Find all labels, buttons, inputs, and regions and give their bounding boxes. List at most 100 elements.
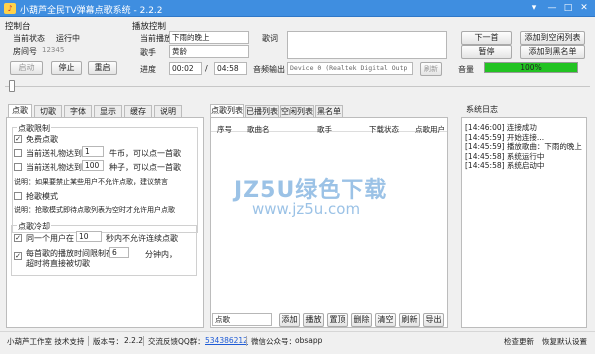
column-download-status[interactable]: 下载状态 <box>369 124 399 135</box>
title-bar: ♪ 小葫芦全民TV弹幕点歌系统 - 2.2.2 ▾ — □ ✕ <box>0 0 595 17</box>
list-action-button[interactable]: 添加 <box>279 313 300 327</box>
playback-slider-thumb[interactable] <box>9 80 16 92</box>
audio-output-label: 音频输出 <box>253 65 285 74</box>
status-separator <box>246 336 247 346</box>
song-limit-minutes-input[interactable]: 6 <box>109 247 129 258</box>
singer-label: 歌手 <box>140 48 156 57</box>
list-action-button[interactable]: 删除 <box>351 313 372 327</box>
studio-credit: 小葫芦工作室 技术支持 <box>7 337 85 346</box>
seed-gift-suffix: 种子，可以点一首歌 <box>109 163 181 172</box>
singer-field[interactable]: 黄龄 <box>169 45 249 58</box>
grab-mode-note: 说明：抢歌模式即待点歌列表为空时才允许用户点歌 <box>14 206 175 214</box>
song-list-tab[interactable]: 已播列表 <box>245 105 279 117</box>
close-button[interactable]: ✕ <box>578 2 590 14</box>
control-panel-title: 控制台 <box>5 22 31 32</box>
settings-tab[interactable]: 显示 <box>94 105 122 117</box>
version-value: 2.2.2 <box>124 336 144 345</box>
seed-gift-checkbox[interactable] <box>14 163 22 171</box>
cooldown-group-title: 点歌冷却 <box>17 221 51 232</box>
room-label: 房间号 <box>13 47 37 56</box>
seed-gift-input[interactable]: 100 <box>82 160 104 171</box>
song-request-input[interactable]: 点歌 <box>212 313 272 326</box>
list-action-button[interactable]: 置顶 <box>327 313 348 327</box>
stop-button[interactable]: 停止 <box>51 61 82 75</box>
settings-tab[interactable]: 缓存 <box>124 105 152 117</box>
window-title: 小葫芦全民TV弹幕点歌系统 - 2.2.2 <box>20 6 163 16</box>
playback-slider-track[interactable] <box>5 86 590 87</box>
add-to-blacklist-button[interactable]: 添加到黑名单 <box>520 45 585 59</box>
same-user-checkbox[interactable]: ✓ <box>14 234 22 242</box>
grab-mode-label: 抢歌模式 <box>26 192 58 201</box>
status-bar-divider <box>0 331 595 332</box>
song-list-tab[interactable]: 点歌列表 <box>210 104 244 117</box>
song-limit-line2: 超时将直接被切歌 <box>26 259 90 268</box>
check-update-link[interactable]: 检查更新 <box>504 336 534 347</box>
refresh-audio-button[interactable]: 刷新 <box>420 62 442 76</box>
coin-gift-input[interactable]: 1 <box>82 146 104 157</box>
free-song-label: 免费点歌 <box>26 135 58 144</box>
song-list-tab[interactable]: 黑名单 <box>315 105 343 117</box>
list-action-button[interactable]: 刷新 <box>399 313 420 327</box>
column-singer[interactable]: 歌手 <box>317 124 332 135</box>
restart-button[interactable]: 重启 <box>88 61 117 75</box>
system-log-title: 系统日志 <box>466 105 498 114</box>
status-value: 运行中 <box>56 34 80 43</box>
coin-gift-suffix: 牛币，可以点一首歌 <box>109 149 181 158</box>
status-label: 当前状态 <box>13 34 45 43</box>
coin-gift-checkbox[interactable] <box>14 149 22 157</box>
now-playing-field[interactable]: 下雨的晚上 <box>169 31 249 44</box>
wechat-value: obsapp <box>295 336 323 345</box>
progress-total-field: 04:58 <box>214 62 247 75</box>
settings-tab[interactable]: 说明 <box>154 105 182 117</box>
now-playing-label: 当前播放 <box>140 34 172 43</box>
settings-tab[interactable]: 字体 <box>64 105 92 117</box>
log-entry: [14:45:58] 系统启动中 <box>465 161 545 170</box>
seed-gift-prefix: 当前送礼物达到 <box>26 163 82 172</box>
same-user-suffix: 秒内不允许连续点歌 <box>106 234 178 243</box>
settings-dropdown-icon[interactable]: ▾ <box>528 2 540 14</box>
song-list-tab[interactable]: 空闲列表 <box>280 105 314 117</box>
version-label: 版本号： <box>93 337 123 346</box>
song-time-limit-checkbox[interactable]: ✓ <box>14 252 22 260</box>
settings-tab[interactable]: 点歌 <box>8 104 32 117</box>
free-song-checkbox[interactable]: ✓ <box>14 135 22 143</box>
song-list-panel: 序号 歌曲名 歌手 下载状态 点歌用户 <box>210 117 448 328</box>
pause-button[interactable]: 暂停 <box>461 45 512 59</box>
lyrics-label: 歌词 <box>262 34 278 43</box>
play-control-title: 播放控制 <box>132 22 167 32</box>
column-requester[interactable]: 点歌用户 <box>415 124 445 135</box>
start-button[interactable]: 启动 <box>10 61 43 75</box>
qq-label: 交流反馈QQ群： <box>148 337 205 346</box>
lyrics-field[interactable] <box>287 31 447 59</box>
same-user-seconds-input[interactable]: 10 <box>76 231 102 242</box>
qq-group-link[interactable]: 534386212 <box>205 336 248 345</box>
maximize-button[interactable]: □ <box>562 2 574 14</box>
minimize-button[interactable]: — <box>546 2 558 14</box>
volume-bar[interactable]: 100% <box>484 62 578 73</box>
column-song-name[interactable]: 歌曲名 <box>247 124 270 135</box>
list-action-button[interactable]: 导出 <box>423 313 444 327</box>
wechat-label: 微信公众号： <box>251 337 296 346</box>
next-song-button[interactable]: 下一首 <box>461 31 512 45</box>
volume-value: 100% <box>520 63 542 72</box>
progress-label: 进度 <box>140 65 156 74</box>
app-logo-icon: ♪ <box>4 3 16 14</box>
list-action-button[interactable]: 播放 <box>303 313 324 327</box>
watermark-url: www.jz5u.com <box>252 200 361 218</box>
list-action-button[interactable]: 清空 <box>375 313 396 327</box>
grab-mode-checkbox[interactable] <box>14 192 22 200</box>
add-to-free-list-button[interactable]: 添加到空闲列表 <box>520 31 585 45</box>
restore-default-link[interactable]: 恢复默认设置 <box>542 336 587 347</box>
audio-output-select[interactable]: Device 0 (Realtek Digital Outp <box>287 62 413 75</box>
same-user-prefix: 同一个用户在 <box>26 234 74 243</box>
progress-separator: / <box>205 64 208 73</box>
settings-tab[interactable]: 切歌 <box>34 105 62 117</box>
volume-label: 音量 <box>458 65 474 74</box>
room-id-value: 12345 <box>42 46 65 54</box>
limit-group-title: 点歌限制 <box>17 123 51 134</box>
song-limit-suffix: 分钟内， <box>145 250 177 259</box>
system-log-panel: [14:46:00] 连接成功 [14:45:59] 开始连接... [14:45:… <box>461 117 587 328</box>
status-separator <box>143 336 144 346</box>
column-index[interactable]: 序号 <box>217 124 232 135</box>
status-separator <box>88 336 89 346</box>
